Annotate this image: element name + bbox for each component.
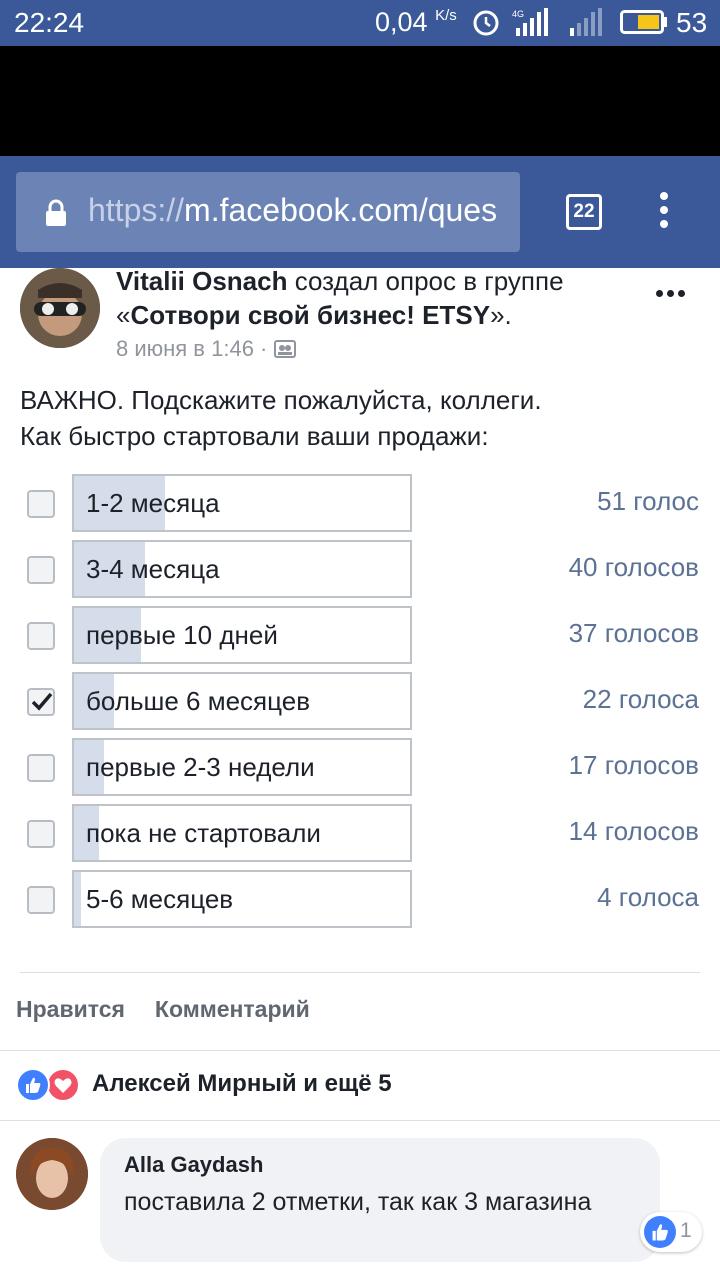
url-scheme: https:// xyxy=(88,192,185,228)
svg-text:4G: 4G xyxy=(512,9,524,19)
comment-reaction-count: 1 xyxy=(680,1219,692,1242)
poll-option-label: 3-4 месяца xyxy=(86,554,220,584)
poll-checkbox[interactable] xyxy=(27,820,55,848)
status-time: 22:24 xyxy=(14,7,85,38)
poll-option[interactable]: 5-6 месяцев 4 голоса xyxy=(0,870,720,936)
network-speed-unit: K/s xyxy=(435,7,457,24)
group-audience-icon xyxy=(273,340,296,358)
checkmark-icon xyxy=(31,692,53,711)
url-text: https://m.facebook.com/ques xyxy=(88,192,497,229)
more-options-icon[interactable] xyxy=(656,284,692,298)
comment-button[interactable]: Комментарий xyxy=(155,996,310,1022)
poll-result-fill xyxy=(74,872,81,926)
overflow-menu-icon[interactable] xyxy=(652,192,676,232)
love-reaction-icon xyxy=(46,1068,80,1102)
poll-vote-count[interactable]: 40 голосов xyxy=(569,552,699,583)
divider xyxy=(0,1050,720,1051)
poll-checkbox[interactable] xyxy=(27,886,55,914)
comment-author[interactable]: Alla Gaydash xyxy=(124,1152,263,1178)
post-meta: 8 июня в 1:46 · xyxy=(116,336,296,362)
poll: 1-2 месяца 51 голос 3-4 месяца 40 голосов пе… xyxy=(0,474,720,936)
poll-option-bar[interactable]: 3-4 месяца xyxy=(72,540,412,598)
network-speed: 0,04 K/s xyxy=(375,7,457,38)
poll-vote-count[interactable]: 51 голос xyxy=(597,486,699,517)
browser-toolbar: https://m.facebook.com/ques 22 xyxy=(0,156,720,268)
poll-vote-count[interactable]: 17 голосов xyxy=(569,750,699,781)
poll-option[interactable]: 1-2 месяца 51 голос xyxy=(0,474,720,540)
battery-icon xyxy=(620,10,667,34)
signal-4g-icon: 4G xyxy=(512,8,548,36)
poll-option[interactable]: пока не стартовали 14 голосов xyxy=(0,804,720,870)
network-speed-value: 0,04 xyxy=(375,7,428,37)
poll-checkbox[interactable] xyxy=(27,556,55,584)
post-actions: Нравится Комментарий xyxy=(16,996,340,1023)
poll-option[interactable]: первые 2-3 недели 17 голосов xyxy=(0,738,720,804)
signal-icon xyxy=(570,8,602,36)
poll-option-bar[interactable]: 1-2 месяца xyxy=(72,474,412,532)
poll-option-label: пока не стартовали xyxy=(86,818,321,848)
tabs-button[interactable]: 22 xyxy=(566,194,602,230)
post-header: Vitalii Osnach создал опрос в группе «Со… xyxy=(116,264,636,332)
poll-option-bar[interactable]: больше 6 месяцев xyxy=(72,672,412,730)
post-timestamp[interactable]: 8 июня в 1:46 · xyxy=(116,336,267,361)
commenter-photo xyxy=(16,1138,88,1210)
poll-option[interactable]: больше 6 месяцев 22 голоса xyxy=(0,672,720,738)
poll-option-bar[interactable]: 5-6 месяцев xyxy=(72,870,412,928)
poll-option-bar[interactable]: первые 2-3 недели xyxy=(72,738,412,796)
post-group[interactable]: Сотвори свой бизнес! ETSY xyxy=(130,300,490,330)
alarm-icon xyxy=(473,10,499,36)
comment-text: поставила 2 отметки, так как 3 магазина xyxy=(124,1188,592,1216)
poll-option[interactable]: 3-4 месяца 40 голосов xyxy=(0,540,720,606)
url-host: m.facebook.com/ques xyxy=(184,192,498,228)
app-header-area xyxy=(0,46,720,156)
commenter-avatar[interactable] xyxy=(16,1138,88,1210)
poll-checkbox[interactable] xyxy=(27,490,55,518)
post-text-line: Как быстро стартовали ваши продажи: xyxy=(20,421,489,451)
poll-vote-count[interactable]: 4 голоса xyxy=(597,882,699,913)
post-action-end: ». xyxy=(490,300,512,330)
poll-checkbox[interactable] xyxy=(27,754,55,782)
author-avatar[interactable] xyxy=(20,268,100,348)
lock-icon xyxy=(46,199,66,226)
divider xyxy=(0,1120,720,1121)
reactions-text: Алексей Мирный и ещё 5 xyxy=(92,1070,392,1097)
post-body: ВАЖНО. Подскажите пожалуйста, коллеги. К… xyxy=(20,382,700,454)
poll-option-label: больше 6 месяцев xyxy=(86,686,311,716)
poll-option-bar[interactable]: пока не стартовали xyxy=(72,804,412,862)
poll-checkbox[interactable] xyxy=(27,688,55,716)
poll-option-label: 5-6 месяцев xyxy=(86,884,234,914)
poll-vote-count[interactable]: 14 голосов xyxy=(569,816,699,847)
status-bar: 22:24 0,04 K/s 4G 53 xyxy=(0,0,720,46)
like-button[interactable]: Нравится xyxy=(16,996,125,1022)
comment-bubble: Alla Gaydash поставила 2 отметки, так ка… xyxy=(100,1138,660,1262)
author-photo xyxy=(20,268,100,348)
comment-reactions[interactable]: 1 xyxy=(640,1212,702,1252)
address-bar[interactable]: https://m.facebook.com/ques xyxy=(16,172,520,252)
divider xyxy=(20,972,700,973)
poll-option-bar[interactable]: первые 10 дней xyxy=(72,606,412,664)
poll-option-label: первые 2-3 недели xyxy=(86,752,315,782)
tab-count: 22 xyxy=(573,201,595,222)
poll-option[interactable]: первые 10 дней 37 голосов xyxy=(0,606,720,672)
poll-checkbox[interactable] xyxy=(27,622,55,650)
post-author[interactable]: Vitalii Osnach xyxy=(116,266,287,296)
like-reaction-icon xyxy=(644,1216,676,1248)
like-reaction-icon xyxy=(16,1068,50,1102)
poll-option-label: первые 10 дней xyxy=(86,620,278,650)
poll-vote-count[interactable]: 37 голосов xyxy=(569,618,699,649)
poll-option-label: 1-2 месяца xyxy=(86,488,220,518)
battery-percent: 53 xyxy=(676,7,708,38)
post-text-line: ВАЖНО. Подскажите пожалуйста, коллеги. xyxy=(20,385,542,415)
poll-vote-count[interactable]: 22 голоса xyxy=(583,684,699,715)
